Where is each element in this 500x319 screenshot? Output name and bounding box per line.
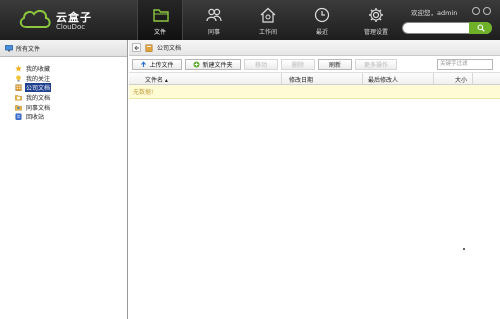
- column-size[interactable]: 大小: [455, 75, 467, 84]
- column-divider: [472, 73, 473, 85]
- folder-icon: [153, 9, 169, 22]
- sidebar-header[interactable]: 所有文件: [0, 40, 127, 57]
- column-divider: [281, 73, 282, 85]
- house-icon: [260, 7, 276, 23]
- upload-icon: [141, 60, 147, 67]
- breadcrumb-current[interactable]: 公司文档: [157, 43, 181, 52]
- nav-files-label: 文件: [153, 29, 166, 36]
- move-label: 移动: [254, 61, 267, 69]
- new-folder-label: 新建文件夹: [202, 61, 233, 69]
- plus-icon: [193, 61, 200, 67]
- more-actions-button[interactable]: 更多操作: [355, 58, 397, 70]
- app-logo[interactable]: 云盒子 ClouDoc: [18, 6, 118, 34]
- monitor-icon: [5, 44, 13, 51]
- settings-circle-icon[interactable]: [472, 7, 480, 15]
- table-header: 文件名 ▴ 修改日期 最后修改人 大小: [129, 73, 500, 85]
- nav-colleagues-label: 同事: [207, 29, 220, 36]
- clock-icon: [314, 7, 330, 23]
- nav-colleagues[interactable]: 同事: [191, 0, 237, 40]
- more-actions-label: 更多操作: [363, 61, 388, 69]
- sidebar-item-favorites[interactable]: 我的收藏: [0, 64, 127, 74]
- sidebar-title: 所有文件: [16, 45, 41, 53]
- back-button[interactable]: [132, 43, 141, 52]
- delete-button[interactable]: 删除: [281, 58, 315, 70]
- top-bar: 云盒子 ClouDoc 文件 同事 工作间 最近 管理设置 欢迎您，admin: [0, 0, 500, 40]
- share-folder-icon: [15, 104, 22, 111]
- recycle-bin-icon: [15, 113, 22, 121]
- upload-label: 上传文件: [149, 61, 174, 69]
- search-icon: [477, 24, 485, 32]
- move-button[interactable]: 移动: [244, 58, 278, 70]
- main-nav: 文件 同事 工作间 最近 管理设置: [137, 0, 407, 40]
- stray-dot: [463, 248, 465, 250]
- empty-message: 无数据!: [133, 89, 154, 96]
- new-folder-button[interactable]: 新建文件夹: [185, 58, 241, 70]
- sidebar-item-label: 我的关注: [26, 75, 51, 83]
- sidebar-item-label: 我的文档: [26, 95, 51, 103]
- sidebar-item-recycle-bin[interactable]: 回收站: [0, 112, 127, 122]
- column-modified-date[interactable]: 修改日期: [289, 75, 313, 84]
- sidebar-item-label: 公司文档: [25, 83, 52, 93]
- star-icon: [15, 65, 22, 72]
- sidebar-item-company-docs[interactable]: 公司文档: [0, 83, 127, 93]
- nav-workspace-label: 工作间: [258, 29, 277, 36]
- sidebar: 所有文件 我的收藏 我的关注 公司文档 我的文档 同事文档 回收站: [0, 40, 128, 319]
- column-divider: [362, 73, 363, 85]
- brand-subtitle: ClouDoc: [56, 23, 86, 31]
- user-actions: [472, 7, 491, 15]
- main-content: 公司文档 上传文件 新建文件夹 移动 删除 刷新 更多操作 关键字过滤 文件名 …: [129, 40, 500, 319]
- arrow-left-icon: [133, 45, 139, 50]
- delete-label: 删除: [291, 61, 304, 69]
- sidebar-item-label: 同事文档: [26, 104, 51, 112]
- nav-files[interactable]: 文件: [137, 0, 183, 40]
- nav-recent-label: 最近: [315, 29, 328, 36]
- logout-icon[interactable]: [483, 7, 491, 15]
- doc-folder-icon: [15, 95, 22, 101]
- sidebar-item-my-docs[interactable]: 我的文档: [0, 93, 127, 103]
- search-button[interactable]: [469, 22, 492, 34]
- people-icon: [206, 8, 222, 22]
- sidebar-item-label: 我的收藏: [26, 66, 51, 74]
- refresh-button[interactable]: 刷新: [318, 58, 352, 70]
- upload-button[interactable]: 上传文件: [132, 58, 182, 70]
- building-icon: [15, 84, 22, 92]
- breadcrumb: 公司文档: [129, 40, 500, 56]
- sidebar-item-label: 回收站: [26, 114, 45, 122]
- filter-input[interactable]: 关键字过滤: [437, 59, 493, 70]
- sidebar-item-colleague-docs[interactable]: 同事文档: [0, 102, 127, 112]
- column-filename[interactable]: 文件名 ▴: [145, 75, 168, 84]
- folder-tree: 我的收藏 我的关注 公司文档 我的文档 同事文档 回收站: [0, 57, 127, 122]
- nav-admin-settings[interactable]: 管理设置: [353, 0, 399, 40]
- nav-recent[interactable]: 最近: [299, 0, 345, 40]
- welcome-text: 欢迎您，admin: [411, 9, 458, 17]
- column-modified-by[interactable]: 最后修改人: [368, 75, 398, 84]
- empty-state-row: 无数据!: [129, 85, 500, 99]
- gear-icon: [369, 8, 383, 22]
- bulb-icon: [16, 75, 21, 82]
- cloud-logo-icon: [19, 9, 51, 28]
- nav-admin-settings-label: 管理设置: [363, 29, 388, 36]
- nav-workspace[interactable]: 工作间: [245, 0, 291, 40]
- refresh-label: 刷新: [328, 61, 341, 69]
- sidebar-item-following[interactable]: 我的关注: [0, 74, 127, 84]
- folder-icon: [145, 44, 153, 52]
- column-divider: [433, 73, 434, 85]
